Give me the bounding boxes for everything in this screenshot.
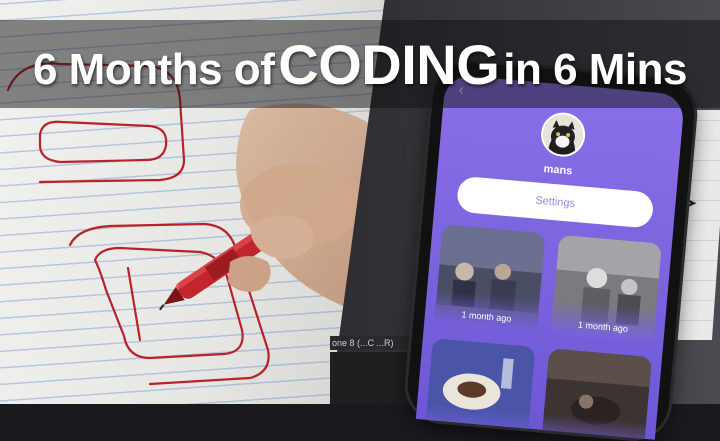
photo-card[interactable]: 1 month ago	[550, 234, 662, 344]
photo-card[interactable]: 1 year ago	[540, 348, 653, 440]
app-screen: ‹ mans Settings	[415, 74, 686, 440]
photo-card[interactable]: 1 year ago	[424, 338, 536, 440]
photo-grid: 1 month ago 1 month ago 1 year ago	[424, 224, 662, 440]
phone-simulator: ‹ mans Settings	[404, 59, 698, 441]
headline-banner: 6 Months of CODING in 6 Mins	[0, 20, 720, 108]
headline-emphasis: CODING	[278, 32, 500, 96]
photo-card[interactable]: 1 month ago	[434, 224, 546, 334]
avatar[interactable]	[539, 110, 587, 159]
headline-title: 6 Months of CODING in 6 Mins	[32, 32, 688, 97]
settings-button[interactable]: Settings	[455, 175, 655, 229]
mouse-cursor-icon: ➤	[687, 196, 698, 210]
headline-part-2: in 6 Mins	[503, 44, 687, 94]
headline-part-1: 6 Months of	[32, 44, 275, 94]
cat-photo	[541, 112, 585, 157]
